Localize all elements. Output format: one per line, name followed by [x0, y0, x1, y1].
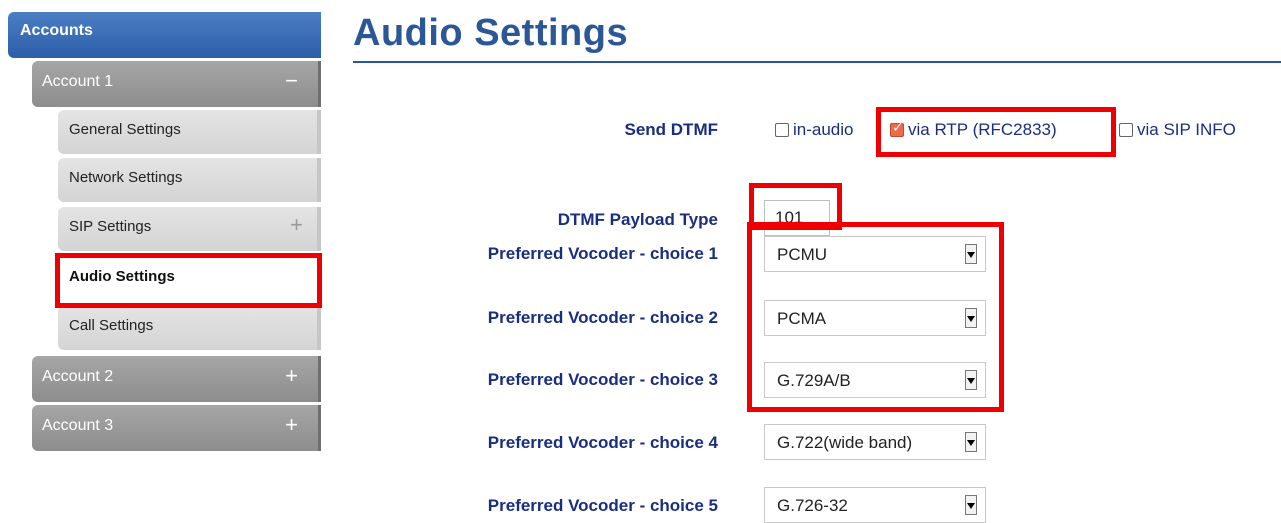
sidebar-item-sip-settings[interactable]: SIP Settings + [58, 207, 321, 251]
collapse-icon[interactable]: − [285, 70, 298, 92]
title-divider [353, 61, 1281, 63]
sidebar-item-label: Call Settings [69, 317, 154, 334]
dropdown-arrow-icon[interactable] [965, 432, 977, 452]
sidebar-item-label: SIP Settings [69, 218, 152, 235]
dtmf-option-via-sip-info[interactable]: via SIP INFO [1119, 119, 1236, 141]
expand-icon[interactable]: + [285, 365, 298, 387]
vocoder-5-label: Preferred Vocoder - choice 5 [487, 496, 718, 515]
vocoder-2-select[interactable]: PCMA [764, 300, 986, 336]
vocoder-3-value: G.729A/B [777, 371, 851, 390]
account-1-label: Account 1 [42, 73, 114, 90]
account-2-item[interactable]: Account 2 + [32, 356, 321, 402]
vocoder-4-select[interactable]: G.722(wide band) [764, 424, 986, 460]
sidebar-item-label: Audio Settings [69, 268, 175, 285]
dropdown-arrow-icon[interactable] [965, 244, 977, 264]
sidebar-item-audio-settings[interactable]: Audio Settings [58, 257, 321, 301]
via-rtp-checkbox[interactable] [890, 119, 904, 137]
account-3-item[interactable]: Account 3 + [32, 405, 321, 451]
sidebar-item-call-settings[interactable]: Call Settings [58, 306, 321, 350]
nav-header-accounts[interactable]: Accounts [8, 12, 321, 58]
via-sip-info-label: via SIP INFO [1137, 120, 1236, 139]
dtmf-option-in-audio[interactable]: in-audio [775, 119, 854, 141]
dropdown-arrow-icon[interactable] [965, 495, 977, 515]
vocoder-4-label: Preferred Vocoder - choice 4 [487, 433, 718, 452]
dtmf-payload-label: DTMF Payload Type [557, 210, 718, 229]
vocoder-1-label: Preferred Vocoder - choice 1 [487, 244, 718, 263]
vocoder-3-select[interactable]: G.729A/B [764, 362, 986, 398]
vocoder-1-value: PCMU [777, 245, 828, 264]
vocoder-5-value: G.726-32 [777, 496, 848, 515]
vocoder-2-label: Preferred Vocoder - choice 2 [487, 308, 718, 327]
vocoder-2-value: PCMA [777, 309, 827, 328]
via-sip-info-checkbox[interactable] [1119, 123, 1133, 137]
dtmf-option-via-rtp[interactable]: via RTP (RFC2833) [890, 119, 1057, 141]
account-1-item[interactable]: Account 1 − [32, 61, 321, 107]
dtmf-payload-input[interactable] [764, 200, 830, 236]
expand-icon[interactable]: + [290, 214, 303, 236]
vocoder-4-value: G.722(wide band) [777, 433, 913, 452]
vocoder-3-label: Preferred Vocoder - choice 3 [487, 370, 718, 389]
sidebar-item-label: Network Settings [69, 169, 183, 186]
account-3-label: Account 3 [42, 417, 114, 434]
expand-icon[interactable]: + [285, 414, 298, 436]
dropdown-arrow-icon[interactable] [965, 308, 977, 328]
in-audio-checkbox[interactable] [775, 123, 789, 137]
sidebar-item-general-settings[interactable]: General Settings [58, 110, 321, 154]
send-dtmf-label: Send DTMF [624, 120, 719, 139]
via-rtp-label: via RTP (RFC2833) [908, 120, 1057, 139]
in-audio-label: in-audio [793, 120, 854, 139]
sidebar-nav: Accounts Account 1 − General Settings Ne… [0, 0, 330, 518]
account-2-label: Account 2 [42, 368, 114, 385]
sidebar-item-label: General Settings [69, 121, 181, 138]
page-title: Audio Settings [353, 12, 629, 54]
vocoder-1-select[interactable]: PCMU [764, 236, 986, 272]
dropdown-arrow-icon[interactable] [965, 370, 977, 390]
sidebar-item-network-settings[interactable]: Network Settings [58, 158, 321, 202]
